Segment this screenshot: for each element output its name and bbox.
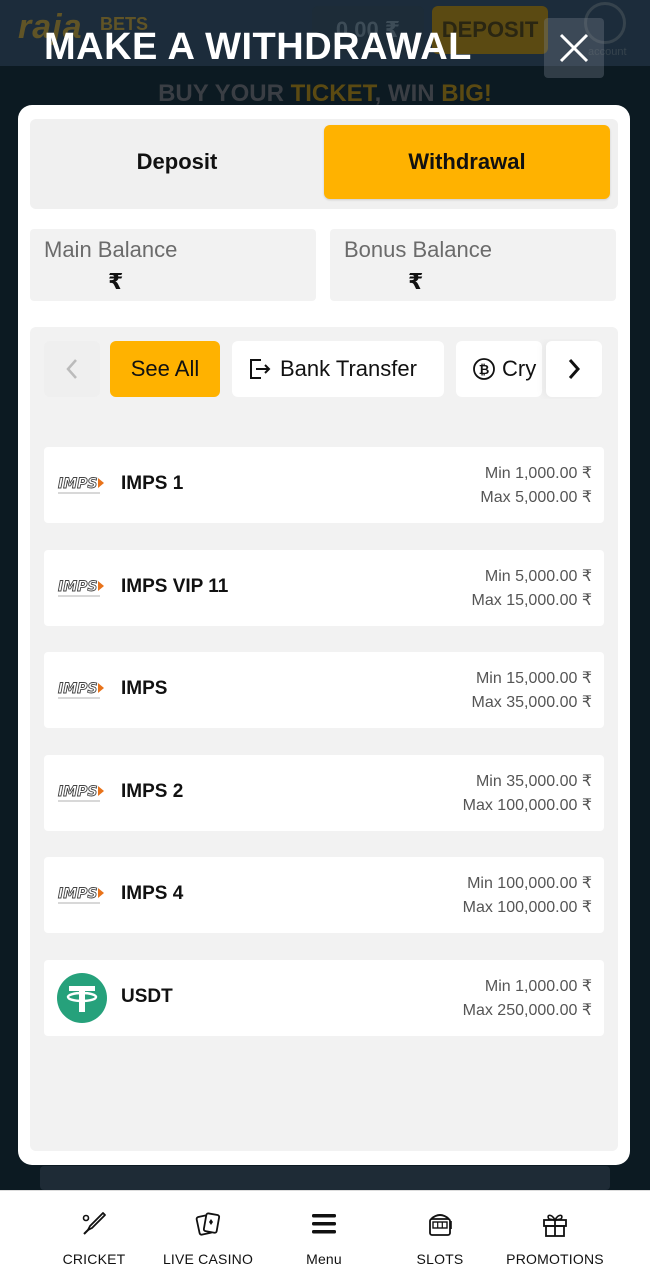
withdrawal-panel: Deposit Withdrawal Main Balance ₹ Bonus … — [18, 105, 630, 1165]
modal-title: MAKE A WITHDRAWAL — [44, 26, 472, 68]
tab-withdrawal[interactable]: Withdrawal — [324, 125, 610, 199]
min-limit: Min 5,000.00 ₹ — [484, 567, 592, 585]
banner-part-4: BIG! — [441, 80, 492, 107]
tab-deposit[interactable]: Deposit — [34, 125, 320, 199]
tether-logo — [57, 972, 107, 1023]
bonus-balance-card: Bonus Balance ₹ — [330, 229, 616, 301]
min-limit: Min 1,000.00 ₹ — [484, 465, 592, 482]
payment-method-name: IMPS — [121, 678, 168, 699]
imps-logo-text: IMPS — [58, 886, 97, 902]
payment-methods-area: See All Bank Transfer ₿ Cry IMPS IMPS 1 … — [30, 327, 618, 1151]
banner-part-2: TICKET — [290, 80, 375, 107]
min-limit: Min 1,000.00 ₹ — [484, 977, 592, 995]
payment-method-row[interactable]: IMPS IMPS 4 Min 100,000.00 ₹ Max 100,000.00… — [44, 857, 604, 933]
imps-logo: IMPS — [58, 783, 104, 801]
tab-bar: Deposit Withdrawal — [30, 119, 618, 209]
payment-method-row[interactable]: IMPS IMPS VIP 11 Min 5,000.00 ₹ Max 15,000.… — [44, 549, 604, 626]
max-limit: Max 100,000.00 ₹ — [462, 796, 592, 814]
filter-crypto-label: Cry — [502, 356, 537, 381]
filter-prev-button[interactable] — [44, 341, 100, 397]
bonus-balance-label: Bonus Balance — [344, 237, 492, 262]
imps-logo-text: IMPS — [58, 681, 97, 697]
payment-method-limits: Min 35,000.00 ₹ Max 100,000.00 ₹ — [463, 770, 592, 818]
payment-method-limits: Min 5,000.00 ₹ Max 15,000.00 ₹ — [472, 565, 592, 613]
nav-cricket-label: CRICKET — [62, 1251, 126, 1267]
imps-logo-text: IMPS — [58, 476, 97, 492]
nav-live-casino-label: LIVE CASINO — [162, 1251, 254, 1267]
main-balance-label: Main Balance — [44, 237, 178, 262]
imps-logo-text: IMPS — [58, 784, 97, 800]
max-limit: Max 35,000.00 ₹ — [471, 694, 592, 711]
payment-method-row[interactable]: USDT Min 1,000.00 ₹ Max 250,000.00 ₹ — [44, 959, 604, 1036]
nav-promotions[interactable]: PROMOTIONS — [490, 1209, 620, 1267]
chevron-left-icon — [66, 359, 77, 379]
imps-logo: IMPS — [58, 578, 104, 596]
banner-part-1: BUY YOUR — [158, 80, 291, 107]
cards-icon — [195, 1212, 221, 1236]
method-filter-row: See All Bank Transfer ₿ Cry — [30, 339, 618, 399]
max-limit: Max 250,000.00 ₹ — [462, 1001, 592, 1019]
filter-bank-transfer-label: Bank Transfer — [280, 356, 417, 381]
min-limit: Min 100,000.00 ₹ — [467, 875, 592, 892]
bitcoin-icon: ₿ — [473, 358, 495, 380]
payment-method-name: IMPS 2 — [121, 780, 184, 802]
close-button[interactable] — [544, 18, 604, 78]
background-banner: BUY YOUR TICKET, WIN BIG! — [0, 80, 650, 108]
banner-part-3: , WIN — [374, 80, 442, 107]
bonus-balance-value: ₹ — [408, 269, 424, 294]
payment-method-limits: Min 100,000.00 ₹ Max 100,000.00 ₹ — [463, 872, 592, 920]
filter-next-button[interactable] — [546, 341, 602, 397]
max-limit: Max 5,000.00 ₹ — [480, 489, 592, 506]
bottom-navigation: CRICKET LIVE CASINO Menu SLOTS PROMOTION… — [0, 1190, 650, 1280]
nav-live-casino[interactable]: LIVE CASINO — [143, 1209, 273, 1267]
payment-method-row[interactable]: IMPS IMPS Min 15,000.00 ₹ Max 35,000.00 ₹ — [44, 652, 604, 728]
payment-method-name: IMPS 4 — [121, 883, 184, 904]
gift-icon — [543, 1214, 567, 1237]
menu-icon — [312, 1214, 336, 1234]
slot-machine-icon — [429, 1214, 452, 1236]
nav-slots[interactable]: SLOTS — [375, 1209, 505, 1267]
nav-cricket[interactable]: CRICKET — [29, 1209, 159, 1267]
filter-bank-transfer[interactable]: Bank Transfer — [232, 341, 444, 397]
min-limit: Min 15,000.00 ₹ — [475, 670, 592, 687]
nav-slots-label: SLOTS — [416, 1251, 464, 1267]
chevron-right-icon — [568, 359, 581, 379]
payment-method-name: USDT — [121, 985, 173, 1007]
min-limit: Min 35,000.00 ₹ — [475, 772, 592, 790]
max-limit: Max 100,000.00 ₹ — [462, 899, 592, 916]
background-strip — [40, 1166, 610, 1190]
cricket-bat-icon — [82, 1212, 106, 1235]
filter-see-all[interactable]: See All — [110, 341, 220, 397]
imps-logo-text: IMPS — [58, 579, 97, 595]
payment-method-row[interactable]: IMPS IMPS 2 Min 35,000.00 ₹ Max 100,000.00 … — [44, 754, 604, 831]
payment-method-name: IMPS 1 — [121, 473, 184, 494]
payment-method-name: IMPS VIP 11 — [121, 575, 229, 597]
payment-method-row[interactable]: IMPS IMPS 1 Min 1,000.00 ₹ Max 5,000.00 ₹ — [44, 447, 604, 523]
nav-menu-label: Menu — [306, 1251, 342, 1267]
svg-text:₿: ₿ — [479, 363, 490, 378]
imps-logo: IMPS — [58, 681, 104, 699]
nav-promotions-label: PROMOTIONS — [506, 1251, 604, 1267]
imps-logo: IMPS — [58, 476, 104, 494]
imps-logo: IMPS — [58, 886, 104, 904]
payment-method-limits: Min 1,000.00 ₹ Max 250,000.00 ₹ — [463, 975, 592, 1023]
bank-transfer-icon — [250, 359, 271, 379]
nav-menu[interactable]: Menu — [259, 1209, 389, 1267]
payment-method-limits: Min 15,000.00 ₹ Max 35,000.00 ₹ — [472, 667, 592, 715]
payment-method-limits: Min 1,000.00 ₹ Max 5,000.00 ₹ — [480, 462, 592, 510]
close-icon — [559, 33, 589, 63]
main-balance-value: ₹ — [108, 269, 124, 294]
max-limit: Max 15,000.00 ₹ — [471, 591, 592, 609]
main-balance-card: Main Balance ₹ — [30, 229, 316, 301]
filter-crypto[interactable]: ₿ Cry — [456, 341, 542, 397]
